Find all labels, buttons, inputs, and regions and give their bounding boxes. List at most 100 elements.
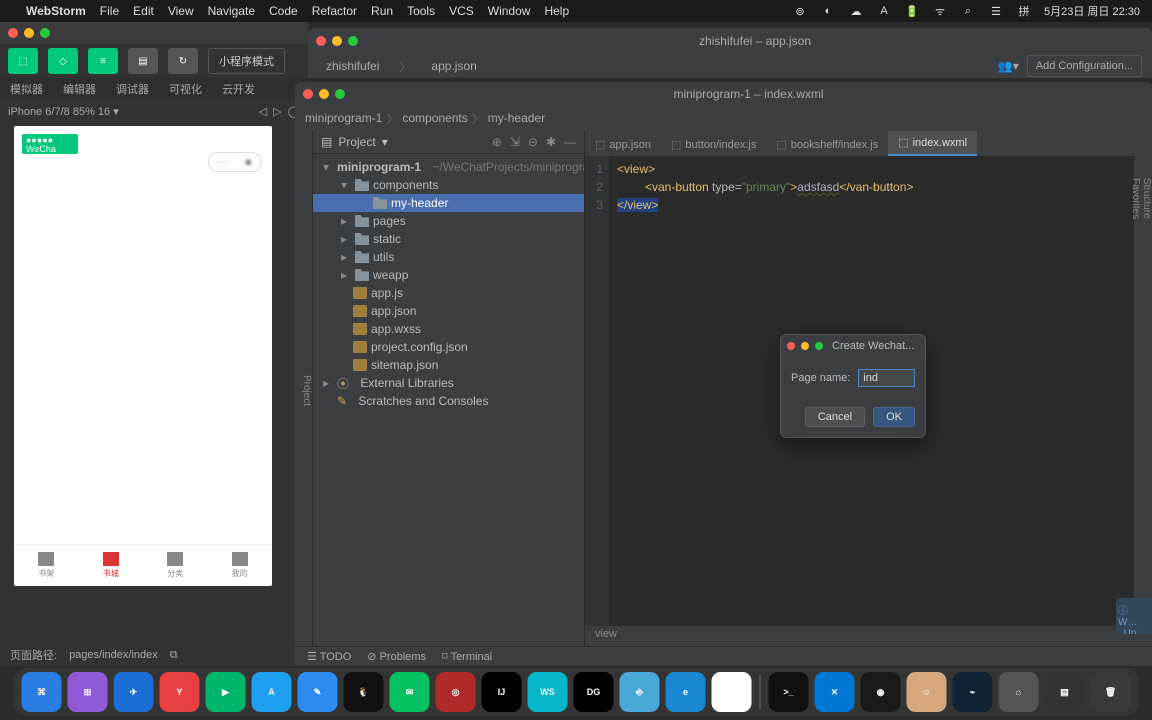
dock-app[interactable]: e: [666, 672, 706, 712]
page-name-input[interactable]: [858, 369, 915, 387]
menu-tools[interactable]: Tools: [407, 4, 435, 18]
locate-icon[interactable]: ⊕: [492, 135, 502, 149]
tabbar-item[interactable]: 书架: [14, 545, 79, 586]
terminal-tab[interactable]: ⌑ Terminal: [442, 650, 492, 663]
tree-folder[interactable]: static: [373, 232, 401, 246]
tree-ext-lib[interactable]: External Libraries: [360, 376, 453, 390]
rail-structure[interactable]: Structure: [1141, 178, 1152, 628]
toolbar-btn[interactable]: ≡: [88, 48, 118, 74]
tray-icon[interactable]: A: [876, 3, 892, 19]
copy-icon[interactable]: ⧉: [170, 649, 178, 662]
dock-app[interactable]: >_: [769, 672, 809, 712]
dock-app[interactable]: ⌂: [999, 672, 1039, 712]
menu-navigate[interactable]: Navigate: [208, 4, 255, 18]
todo-tab[interactable]: ☰ TODO: [307, 650, 351, 663]
expand-icon[interactable]: ⇲: [510, 135, 520, 149]
add-config-button[interactable]: Add Configuration...: [1027, 55, 1142, 77]
crumb[interactable]: components: [402, 111, 467, 125]
tree-file[interactable]: app.wxss: [371, 322, 421, 336]
traffic-lights[interactable]: [8, 28, 50, 38]
input-icon[interactable]: 拼: [1016, 3, 1032, 19]
tabbar-item[interactable]: 书城: [79, 545, 144, 586]
menu-run[interactable]: Run: [371, 4, 393, 18]
tabbar-item[interactable]: 分类: [143, 545, 208, 586]
dock-app[interactable]: ✉: [390, 672, 430, 712]
ok-button[interactable]: OK: [873, 407, 915, 427]
crumb[interactable]: zhishifufei: [318, 56, 387, 76]
tree-root[interactable]: miniprogram-1: [337, 160, 421, 174]
dock-app[interactable]: ◎: [436, 672, 476, 712]
back-icon[interactable]: ◁: [259, 105, 267, 118]
dock-app[interactable]: ⌁: [953, 672, 993, 712]
menu-code[interactable]: Code: [269, 4, 298, 18]
tree-my-header[interactable]: my-header: [391, 196, 448, 210]
hide-icon[interactable]: —: [564, 135, 576, 149]
wifi-icon[interactable]: ᯤ: [932, 3, 948, 19]
dock-app[interactable]: 🗑: [1091, 672, 1131, 712]
rail-favorites[interactable]: Favorites: [1130, 178, 1141, 628]
dock-app[interactable]: ⌘: [22, 672, 62, 712]
tree-file[interactable]: app.js: [371, 286, 403, 300]
simulator-screen[interactable]: ●●●●● WeCha adsfasd ⋯◉ 书架 书城 分类 我的: [14, 126, 272, 586]
cancel-button[interactable]: Cancel: [805, 407, 865, 427]
dock-app[interactable]: ▤: [1045, 672, 1085, 712]
dock-app[interactable]: ⊞: [68, 672, 108, 712]
toolbar-btn[interactable]: ◇: [48, 48, 78, 74]
tree-folder[interactable]: weapp: [373, 268, 408, 282]
menu-help[interactable]: Help: [544, 4, 569, 18]
dock-app[interactable]: IJ: [482, 672, 522, 712]
mode-label[interactable]: 小程序模式: [208, 48, 285, 74]
users-icon[interactable]: 👥▾: [998, 59, 1019, 73]
gear-icon[interactable]: ✱: [546, 135, 556, 149]
tree-file[interactable]: app.json: [371, 304, 416, 318]
tree-file[interactable]: sitemap.json: [371, 358, 438, 372]
dock-app[interactable]: ◉: [861, 672, 901, 712]
toolbar-btn[interactable]: ▤: [128, 48, 158, 74]
tray-icon[interactable]: ☁: [848, 3, 864, 19]
devtools-tab[interactable]: 云开发: [212, 78, 265, 100]
crumb[interactable]: app.json: [423, 56, 484, 76]
notification-panel[interactable]: ⓘ W… Up: [1116, 598, 1152, 634]
dock-app[interactable]: ✕: [815, 672, 855, 712]
devtools-tab[interactable]: 可视化: [159, 78, 212, 100]
clock[interactable]: 5月23日 周日 22:30: [1044, 3, 1140, 19]
battery-icon[interactable]: 🔋: [904, 3, 920, 19]
tabbar-item[interactable]: 我的: [208, 545, 273, 586]
menu-window[interactable]: Window: [488, 4, 531, 18]
toolbar-btn[interactable]: ⬚: [8, 48, 38, 74]
editor-tab[interactable]: ⬚bookshelf/index.js: [766, 133, 888, 156]
project-tree[interactable]: ▾miniprogram-1 ~/WeChatProjects/miniprog…: [313, 154, 584, 646]
editor-tab[interactable]: ⬚app.json: [585, 133, 661, 156]
app-name[interactable]: WebStorm: [26, 4, 86, 18]
dock-app[interactable]: ▶: [206, 672, 246, 712]
project-header[interactable]: ▤Project▾ ⊕⇲⊖✱—: [313, 130, 584, 154]
device-selector[interactable]: iPhone 6/7/8 85% 16 ▾ ◁ ▷ ◯: [0, 100, 308, 122]
editor-breadcrumb[interactable]: view: [585, 626, 1134, 646]
crumb[interactable]: miniprogram-1: [305, 111, 382, 125]
dock-app[interactable]: A: [252, 672, 292, 712]
dock-app[interactable]: DG: [574, 672, 614, 712]
tray-icon[interactable]: ⊚: [792, 3, 808, 19]
dock-app[interactable]: ◯: [712, 672, 752, 712]
control-center-icon[interactable]: ☰: [988, 3, 1004, 19]
menu-vcs[interactable]: VCS: [449, 4, 474, 18]
problems-tab[interactable]: ⊘ Problems: [367, 650, 426, 663]
dock-app[interactable]: 🐧: [344, 672, 384, 712]
menu-view[interactable]: View: [168, 4, 194, 18]
devtools-tab[interactable]: 模拟器: [0, 78, 53, 100]
tree-scratches[interactable]: Scratches and Consoles: [358, 394, 488, 408]
tree-folder[interactable]: pages: [373, 214, 406, 228]
forw-icon[interactable]: ▷: [273, 105, 281, 118]
devtools-tab[interactable]: 调试器: [106, 78, 159, 100]
spotlight-icon[interactable]: ⌕: [960, 3, 976, 19]
editor-tab[interactable]: ⬚button/index.js: [661, 133, 766, 156]
tree-folder[interactable]: components: [373, 178, 438, 192]
left-rail[interactable]: Project: [295, 130, 313, 646]
editor-tab-active[interactable]: ⬚index.wxml: [888, 131, 977, 156]
crumb[interactable]: my-header: [488, 111, 545, 125]
dock-app[interactable]: Y: [160, 672, 200, 712]
toolbar-btn[interactable]: ↻: [168, 48, 198, 74]
capsule-button[interactable]: ⋯◉: [208, 152, 262, 172]
dock-app[interactable]: WS: [528, 672, 568, 712]
menu-refactor[interactable]: Refactor: [312, 4, 357, 18]
